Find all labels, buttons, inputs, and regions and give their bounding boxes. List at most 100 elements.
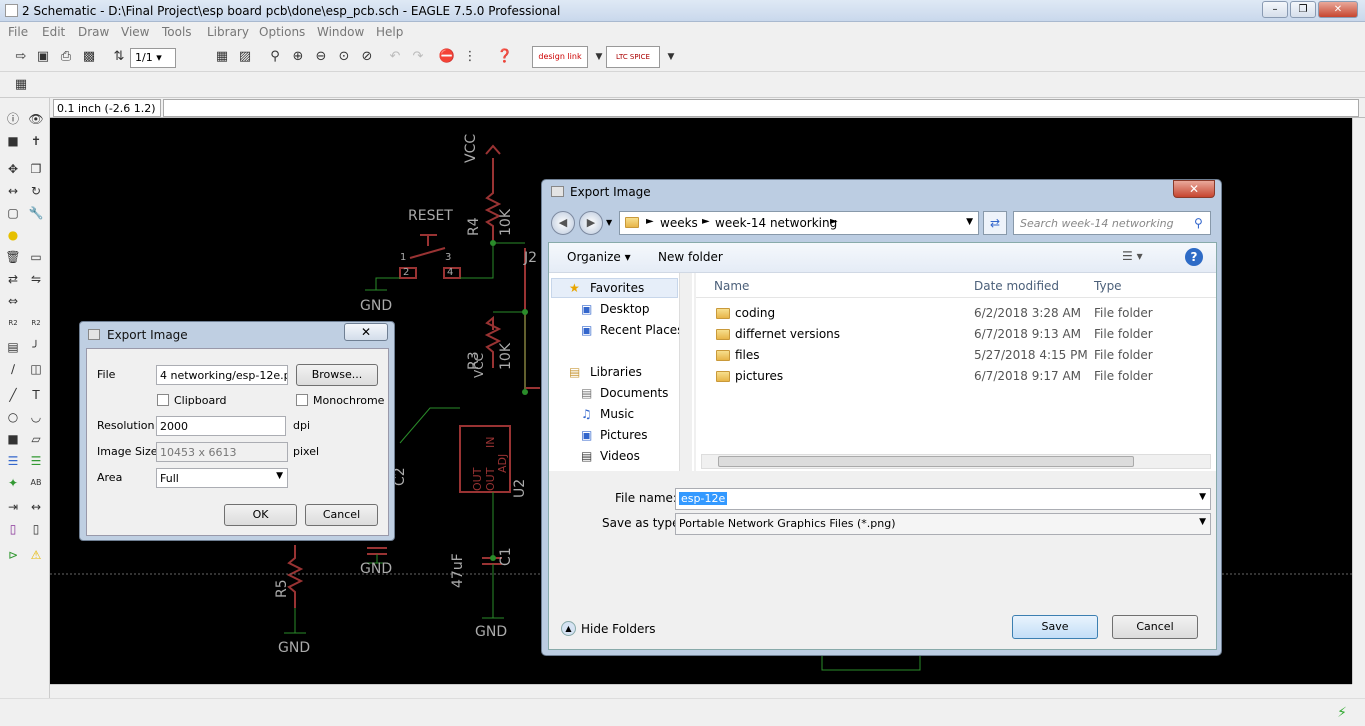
grid-icon[interactable]: ▦ [12, 76, 30, 94]
nav-pictures[interactable]: Pictures [600, 428, 648, 442]
dimension-icon[interactable]: ↔ [27, 498, 45, 516]
replace-icon[interactable]: ⇋ [27, 270, 45, 288]
menu-edit[interactable]: Edit [42, 25, 65, 39]
nav-documents[interactable]: Documents [600, 386, 668, 400]
wire-icon[interactable]: ╱ [4, 386, 22, 404]
breadcrumb-weeks[interactable]: weeks [660, 216, 698, 230]
smash-icon[interactable]: ▤ [4, 338, 22, 356]
file-input[interactable]: 4 networking/esp-12e.png [156, 365, 288, 385]
dialog-close-button[interactable]: ✕ [1173, 180, 1215, 198]
move-icon[interactable]: ✥ [4, 160, 22, 178]
new-folder-button[interactable]: New folder [658, 250, 723, 264]
bus-icon[interactable]: ☰ [4, 452, 22, 470]
chevron-up-icon[interactable]: ▲ [561, 621, 576, 636]
nav-recent-places[interactable]: Recent Places [600, 323, 683, 337]
gateswap-icon[interactable]: ⇔ [4, 292, 22, 310]
forward-icon[interactable]: ▶ [579, 211, 603, 235]
miter-icon[interactable]: ╯ [27, 338, 45, 356]
zoom-out-icon[interactable]: ⊖ [312, 48, 330, 66]
history-dropdown-icon[interactable]: ▼ [606, 218, 612, 227]
chevron-down-icon[interactable]: ▼ [966, 217, 973, 227]
menu-options[interactable]: Options [259, 25, 305, 39]
nav-music[interactable]: Music [600, 407, 634, 421]
copy-icon[interactable]: ❐ [27, 160, 45, 178]
stop-icon[interactable]: ⛔ [438, 48, 456, 66]
menu-tools[interactable]: Tools [162, 25, 192, 39]
scroll-thumb[interactable] [718, 456, 1134, 467]
delete-icon[interactable]: 🗑 [4, 248, 22, 266]
column-name[interactable]: Name [714, 279, 749, 293]
arc-icon[interactable]: ◡ [27, 408, 45, 426]
use-icon[interactable]: ▨ [236, 48, 254, 66]
junction-icon[interactable]: ✦ [4, 474, 22, 492]
organize-button[interactable]: Organize ▾ [567, 250, 631, 264]
display-icon[interactable]: ■ [4, 132, 22, 150]
back-icon[interactable]: ◀ [551, 211, 575, 235]
menu-file[interactable]: File [8, 25, 28, 39]
monochrome-checkbox[interactable] [296, 394, 308, 406]
dialog-close-button[interactable]: ✕ [344, 323, 388, 341]
save-icon[interactable]: ▣ [34, 48, 52, 66]
menu-draw[interactable]: Draw [78, 25, 109, 39]
zoom-fit-icon[interactable]: ⚲ [266, 48, 284, 66]
resolution-input[interactable]: 2000 [156, 416, 286, 436]
go-icon[interactable]: ⋮ [461, 48, 479, 66]
zoom-redraw-icon[interactable]: ⊙ [335, 48, 353, 66]
file-list-hscrollbar[interactable] [701, 454, 1211, 469]
nav-scrollbar[interactable] [679, 273, 692, 471]
file-row-pictures[interactable]: pictures 6/7/2018 9:17 AM File folder [696, 366, 1216, 387]
cancel-button[interactable]: Cancel [1112, 615, 1198, 639]
split-icon[interactable]: ∕ [4, 360, 22, 378]
close-button[interactable]: ✕ [1318, 1, 1358, 18]
nav-desktop[interactable]: Desktop [600, 302, 650, 316]
open-icon[interactable]: ⇨ [12, 48, 30, 66]
frame-icon[interactable]: ▯ [4, 520, 22, 538]
address-bar[interactable]: ► weeks ► week-14 networking ► ▼ [619, 211, 979, 235]
restore-button[interactable]: ❐ [1290, 1, 1316, 18]
sheet-select[interactable]: 1/1 ▾ [130, 48, 176, 68]
zoom-in-icon[interactable]: ⊕ [289, 48, 307, 66]
menu-library[interactable]: Library [207, 25, 249, 39]
cam-icon[interactable]: ▩ [80, 48, 98, 66]
save-type-select[interactable]: Portable Network Graphics Files (*.png) ▼ [675, 513, 1211, 535]
minimize-button[interactable]: – [1262, 1, 1288, 18]
file-row-files[interactable]: files 5/27/2018 4:15 PM File folder [696, 345, 1216, 366]
dropdown-icon[interactable]: ▼ [662, 48, 680, 66]
file-row-differnet-versions[interactable]: differnet versions 6/7/2018 9:13 AM File… [696, 324, 1216, 345]
add-icon[interactable]: ▭ [27, 248, 45, 266]
attribute-icon[interactable]: ⇥ [4, 498, 22, 516]
search-input[interactable]: Search week-14 networking [1013, 211, 1211, 235]
polygon-icon[interactable]: ▱ [27, 430, 45, 448]
rect-icon[interactable]: ■ [4, 430, 22, 448]
pinswap-icon[interactable]: ⇄ [4, 270, 22, 288]
group-icon[interactable]: ▢ [4, 204, 22, 222]
show-icon[interactable]: 👁 [27, 110, 45, 128]
paste-icon[interactable]: ● [4, 226, 22, 244]
info-icon[interactable]: ⓘ [4, 110, 22, 128]
browse-button[interactable]: Browse... [296, 364, 378, 386]
text-icon[interactable]: T [27, 386, 45, 404]
design-link-button[interactable]: design link [532, 46, 588, 68]
sheet-icon[interactable]: ⇅ [110, 48, 128, 66]
view-icon[interactable]: ☰ ▾ [1122, 249, 1143, 263]
file-row-coding[interactable]: coding 6/2/2018 3:28 AM File folder [696, 303, 1216, 324]
vertical-scrollbar[interactable] [1352, 118, 1365, 684]
horizontal-scrollbar[interactable] [50, 684, 1352, 698]
name-icon[interactable]: R2 [4, 314, 22, 332]
menu-view[interactable]: View [121, 25, 149, 39]
invoke-icon[interactable]: ◫ [27, 360, 45, 378]
help-icon[interactable]: ❓ [496, 48, 514, 66]
erc-icon[interactable]: ⊳ [4, 546, 22, 564]
rotate-icon[interactable]: ↻ [27, 182, 45, 200]
menu-help[interactable]: Help [376, 25, 403, 39]
cancel-button[interactable]: Cancel [305, 504, 378, 526]
mark-icon[interactable]: ✝ [27, 132, 45, 150]
errors-icon[interactable]: ⚠ [27, 546, 45, 564]
value-icon[interactable]: R2 [27, 314, 45, 332]
zoom-select-icon[interactable]: ⊘ [358, 48, 376, 66]
ltc-spice-button[interactable]: LTC SPICE [606, 46, 660, 68]
column-type[interactable]: Type [1094, 279, 1122, 293]
nav-favorites[interactable]: Favorites [590, 281, 644, 295]
help-icon[interactable]: ? [1185, 248, 1203, 266]
menu-window[interactable]: Window [317, 25, 364, 39]
